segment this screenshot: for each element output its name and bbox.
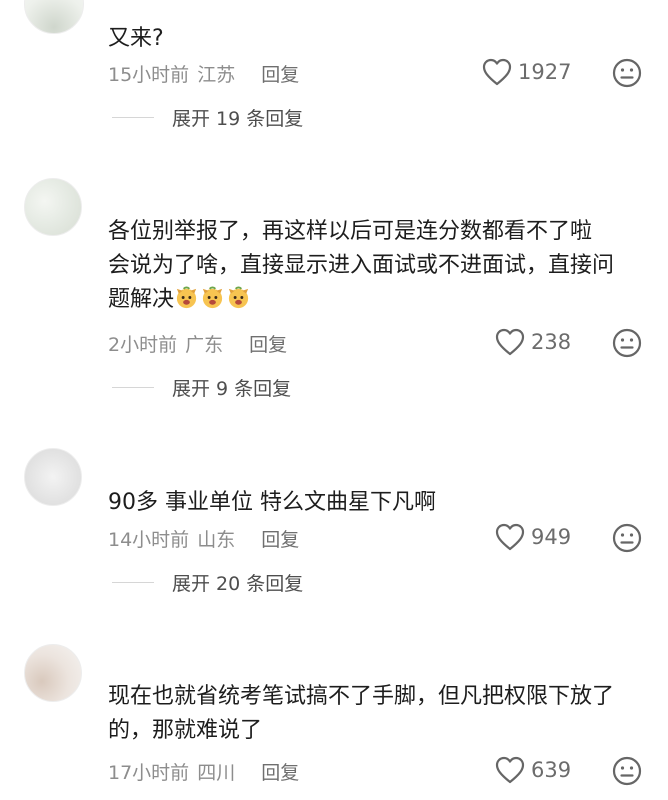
expand-replies-label: 展开 20 条回复 bbox=[172, 573, 304, 595]
reply-button[interactable]: 回复 bbox=[261, 758, 299, 785]
like-count: 238 bbox=[531, 330, 572, 354]
comment-text-line: 的，那就难说了 bbox=[108, 718, 263, 743]
heart-outline-icon bbox=[495, 523, 525, 551]
comment-time: 14小时前 bbox=[108, 529, 190, 551]
comment-location: 江苏 bbox=[197, 64, 236, 86]
meh-face-icon[interactable] bbox=[612, 523, 642, 553]
reply-button[interactable]: 回复 bbox=[261, 60, 299, 87]
expand-replies-button[interactable]: 展开 20 条回复 bbox=[112, 569, 303, 596]
meh-face-icon[interactable] bbox=[612, 58, 642, 88]
meh-face-icon[interactable] bbox=[612, 756, 642, 786]
like-count: 949 bbox=[531, 525, 572, 549]
expand-replies-button[interactable]: 展开 9 条回复 bbox=[112, 374, 291, 401]
like-count: 1927 bbox=[518, 60, 572, 84]
comment-meta: 2小时前 广东 回复 bbox=[108, 330, 287, 357]
dog-face-emoji bbox=[228, 286, 249, 309]
comment-text-line: 各位别举报了，再这样以后可是连分数都看不了啦 bbox=[108, 219, 593, 244]
comment-text-fragment: 题解决 bbox=[108, 287, 175, 312]
comment-location: 广东 bbox=[185, 334, 224, 356]
comment-text-line: 题解决 bbox=[108, 283, 648, 317]
heart-outline-icon bbox=[482, 58, 512, 86]
reply-button[interactable]: 回复 bbox=[261, 525, 299, 552]
comment-location: 四川 bbox=[197, 762, 236, 784]
comment-time: 17小时前 bbox=[108, 762, 190, 784]
expand-replies-label: 展开 19 条回复 bbox=[172, 108, 304, 130]
comment-meta: 14小时前 山东 回复 bbox=[108, 525, 299, 552]
reply-button[interactable]: 回复 bbox=[249, 330, 287, 357]
comment-text: 90多 事业单位 特么文曲星下凡啊 bbox=[108, 490, 436, 515]
heart-outline-icon bbox=[495, 756, 525, 784]
like-button[interactable]: 1927 bbox=[482, 58, 571, 86]
comment-location: 山东 bbox=[197, 529, 236, 551]
like-button[interactable]: 639 bbox=[495, 756, 571, 784]
avatar[interactable] bbox=[24, 644, 82, 702]
comment-text: 各位别举报了，再这样以后可是连分数都看不了啦 会说为了啥，直接显示进入面试或不进… bbox=[108, 215, 648, 317]
comment-meta: 15小时前 江苏 回复 bbox=[108, 60, 299, 87]
like-button[interactable]: 238 bbox=[495, 328, 571, 356]
like-count: 639 bbox=[531, 758, 572, 782]
comment-text: 现在也就省统考笔试搞不了手脚，但凡把权限下放了 的，那就难说了 bbox=[108, 680, 648, 748]
avatar[interactable] bbox=[24, 0, 84, 34]
avatar[interactable] bbox=[24, 178, 82, 236]
expand-replies-label: 展开 9 条回复 bbox=[172, 378, 292, 400]
comment-text: 又来? bbox=[108, 26, 164, 51]
heart-outline-icon bbox=[495, 328, 525, 356]
comment-time: 15小时前 bbox=[108, 64, 190, 86]
comment-text-line: 会说为了啥，直接显示进入面试或不进面试，直接问 bbox=[108, 253, 615, 278]
avatar[interactable] bbox=[24, 448, 82, 506]
divider-line bbox=[112, 387, 154, 388]
comment-time: 2小时前 bbox=[108, 334, 178, 356]
comment-meta: 17小时前 四川 回复 bbox=[108, 758, 299, 785]
divider-line bbox=[112, 582, 154, 583]
meh-face-icon[interactable] bbox=[612, 328, 642, 358]
divider-line bbox=[112, 117, 154, 118]
comment-text-line: 现在也就省统考笔试搞不了手脚，但凡把权限下放了 bbox=[108, 684, 615, 709]
dog-face-emoji bbox=[176, 286, 197, 309]
expand-replies-button[interactable]: 展开 19 条回复 bbox=[112, 104, 303, 131]
like-button[interactable]: 949 bbox=[495, 523, 571, 551]
dog-face-emoji bbox=[202, 286, 223, 309]
